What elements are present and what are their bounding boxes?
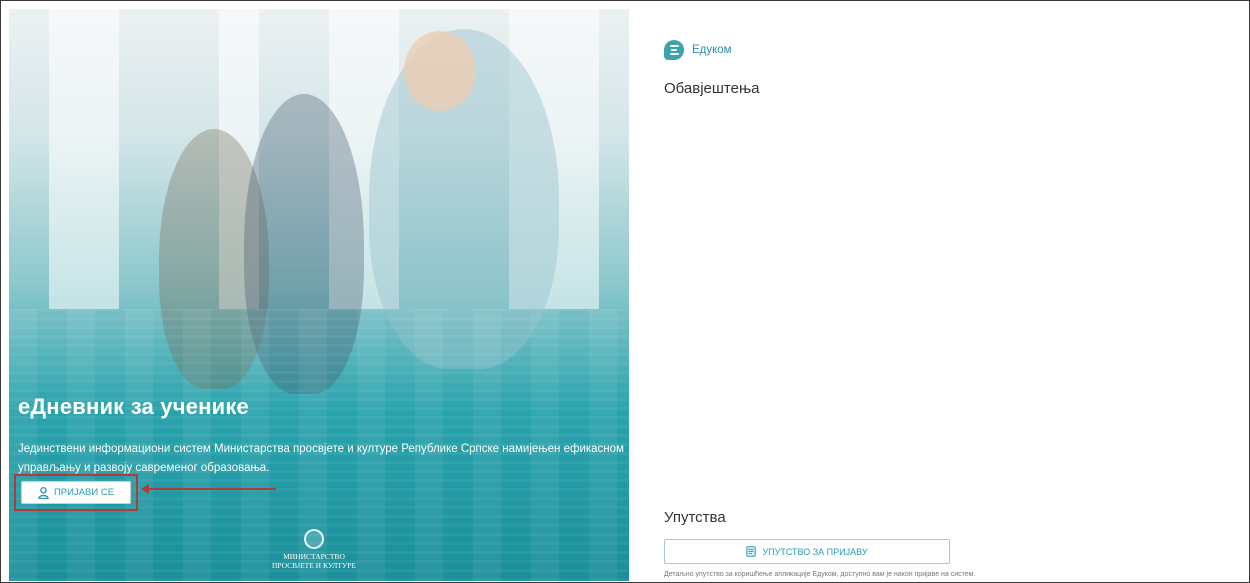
- student-face: [404, 31, 476, 111]
- brand-name: Едуком: [692, 44, 732, 56]
- guide-note: Детаљно упутство за коришћење апликације…: [664, 571, 976, 578]
- hero-title: еДневник за ученике: [18, 394, 249, 419]
- notices-title: Обавјештења: [664, 80, 760, 97]
- edukom-logo-icon: [664, 40, 684, 60]
- login-highlight: ПРИЈАВИ СЕ: [14, 474, 138, 511]
- window-pane: [49, 9, 119, 309]
- arrow-annotation: [141, 484, 276, 494]
- user-icon: [38, 486, 49, 499]
- ministry-line2: ПРОСВЈЕТЕ И КУЛТУРЕ: [271, 561, 357, 570]
- hero-description: Јединствени информациони систем Министар…: [18, 443, 624, 474]
- guides-title: Упутства: [664, 509, 726, 526]
- guide-button-label: УПУТСТВО ЗА ПРИЈАВУ: [762, 546, 868, 557]
- login-guide-button[interactable]: УПУТСТВО ЗА ПРИЈАВУ: [664, 539, 950, 564]
- hero-banner: еДневник за ученике Јединствени информац…: [9, 9, 629, 581]
- ministry-logo: МИНИСТАРСТВО ПРОСВЈЕТЕ И КУЛТУРЕ: [254, 529, 374, 570]
- document-icon: [746, 546, 757, 557]
- login-button-label: ПРИЈАВИ СЕ: [53, 487, 115, 498]
- seal-icon: [304, 529, 324, 549]
- ministry-line1: МИНИСТАРСТВО: [283, 552, 345, 561]
- login-button[interactable]: ПРИЈАВИ СЕ: [21, 481, 131, 504]
- brand: Едуком: [664, 40, 732, 60]
